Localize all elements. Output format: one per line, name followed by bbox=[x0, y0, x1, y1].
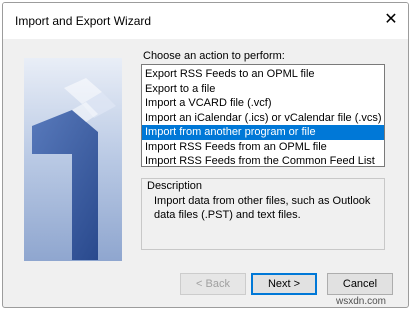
title-bar: Import and Export Wizard ✕ bbox=[3, 3, 408, 39]
cancel-button[interactable]: Cancel bbox=[327, 273, 393, 295]
description-text: Import data from other files, such as Ou… bbox=[154, 195, 371, 221]
watermark-text: wsxdn.com bbox=[336, 296, 387, 307]
action-listbox[interactable]: Export RSS Feeds to an OPML file Export … bbox=[141, 64, 385, 167]
list-item-import-icalendar[interactable]: Import an iCalendar (.ics) or vCalendar … bbox=[142, 111, 384, 126]
list-item-import-vcard[interactable]: Import a VCARD file (.vcf) bbox=[142, 96, 384, 111]
list-item-import-rss-opml[interactable]: Import RSS Feeds from an OPML file bbox=[142, 140, 384, 155]
window-title: Import and Export Wizard bbox=[15, 14, 152, 28]
description-group: Description Import data from other files… bbox=[141, 178, 385, 250]
next-button[interactable]: Next > bbox=[251, 273, 317, 295]
list-item-import-from-program[interactable]: Import from another program or file bbox=[142, 125, 384, 140]
list-item-export-to-file[interactable]: Export to a file bbox=[142, 82, 384, 97]
description-title: Description bbox=[145, 180, 205, 192]
back-button[interactable]: < Back bbox=[180, 273, 246, 295]
list-item-export-rss-opml[interactable]: Export RSS Feeds to an OPML file bbox=[142, 67, 384, 82]
wizard-banner-image bbox=[24, 58, 122, 261]
list-item-import-rss-common-feed[interactable]: Import RSS Feeds from the Common Feed Li… bbox=[142, 154, 384, 169]
close-button[interactable]: ✕ bbox=[380, 9, 402, 31]
action-prompt-label: Choose an action to perform: bbox=[143, 50, 285, 62]
